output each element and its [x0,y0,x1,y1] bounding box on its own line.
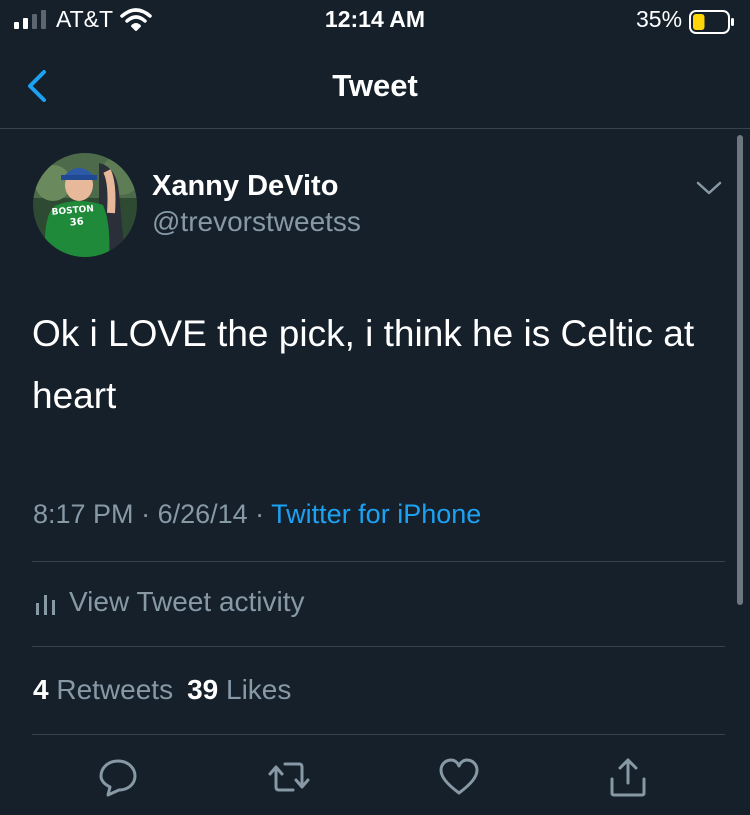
tweet-stats: 4 Retweets 39 Likes [33,674,291,706]
divider [32,561,725,562]
retweet-icon[interactable] [267,755,311,799]
likes-label: Likes [226,674,292,705]
display-name[interactable]: Xanny DeVito [152,170,338,203]
likes-stat[interactable]: 39 Likes [187,674,291,705]
tweet-metadata: 8:17 PM · 6/26/14 · Twitter for iPhone [33,499,481,530]
retweets-count: 4 [33,674,49,705]
tweet-source-link[interactable]: Twitter for iPhone [271,499,481,529]
share-icon[interactable] [606,755,650,799]
divider [32,734,725,735]
profile-photo: BOSTON 36 [33,153,137,257]
activity-bars-icon [36,594,55,615]
reply-icon[interactable] [96,755,140,799]
retweets-label: Retweets [56,674,174,705]
status-bar: AT&T 12:14 AM 35% [0,0,750,44]
battery-icon [689,10,734,34]
page-title: Tweet [332,68,418,103]
view-tweet-activity-button[interactable]: View Tweet activity [35,586,305,626]
user-handle[interactable]: @trevorstweetss [152,206,361,238]
divider [32,646,725,647]
activity-label: View Tweet activity [69,586,305,617]
tweet-time: 8:17 PM [33,499,134,529]
battery-percentage: 35% [636,6,683,32]
separator-dot: · [133,499,158,529]
avatar[interactable]: BOSTON 36 [33,153,137,257]
retweets-stat[interactable]: 4 Retweets [33,674,173,705]
separator-dot: · [247,499,272,529]
tweet-text: Ok i LOVE the pick, i think he is Celtic… [32,313,695,416]
shirt-text-line2: 36 [69,216,84,228]
navigation-bar: Tweet [0,44,750,129]
tweet-date: 6/26/14 [157,499,248,529]
scroll-indicator[interactable] [737,135,743,605]
chevron-down-icon[interactable] [694,176,724,200]
like-icon[interactable] [437,755,481,799]
likes-count: 39 [187,674,219,705]
